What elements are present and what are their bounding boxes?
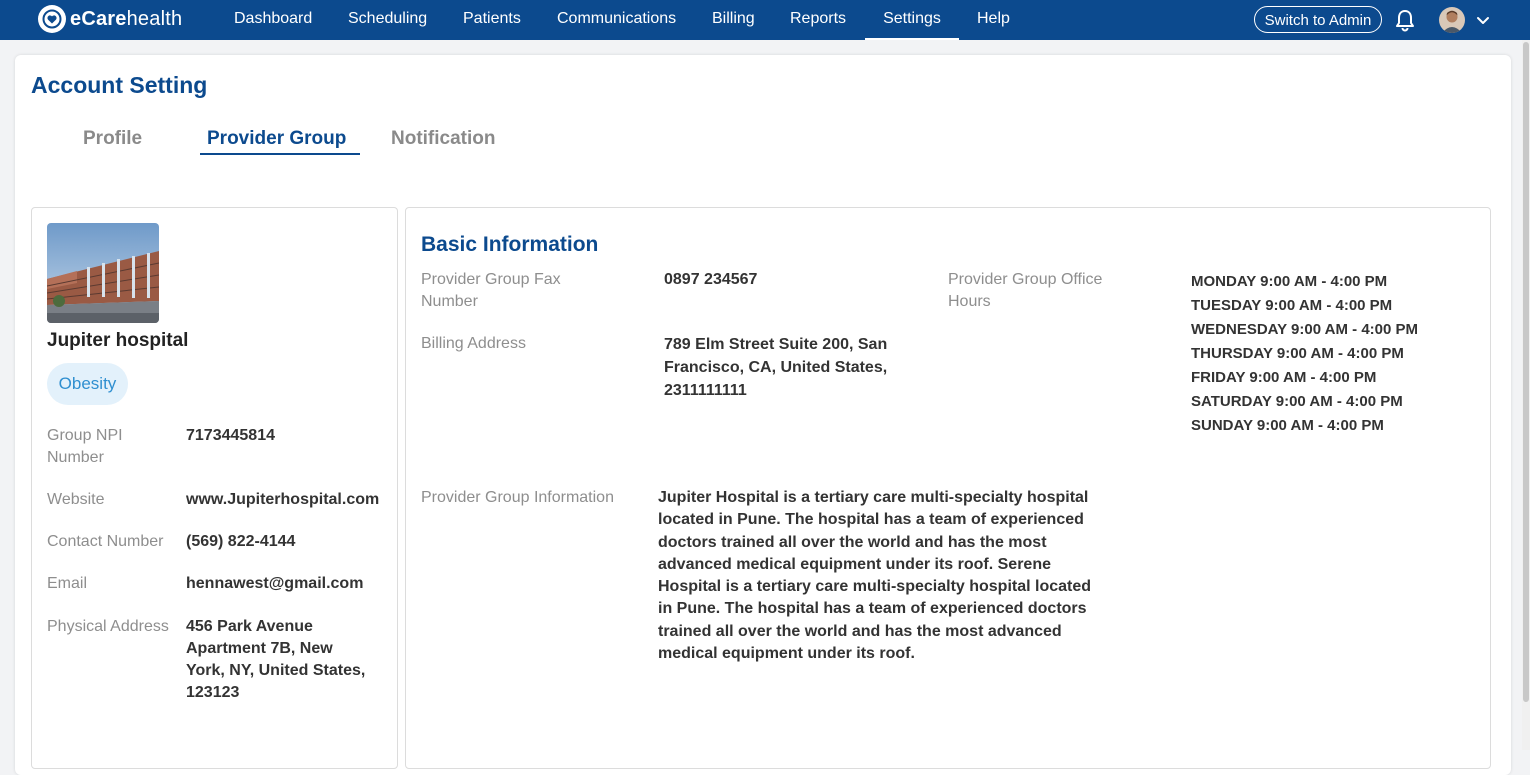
office-hours-label: Provider Group Office Hours — [948, 271, 1103, 310]
nav-settings[interactable]: Settings — [865, 0, 959, 40]
chevron-down-icon[interactable] — [1475, 12, 1491, 28]
bell-icon[interactable] — [1394, 8, 1416, 32]
page-title: Account Setting — [31, 72, 208, 98]
switch-to-admin-button[interactable]: Switch to Admin — [1254, 6, 1382, 33]
office-hours-item: TUESDAY 9:00 AM - 4:00 PM — [1191, 297, 1393, 314]
fax-number-label: Provider Group Fax Number — [421, 271, 561, 310]
basic-information-title: Basic Information — [421, 233, 599, 256]
website-label: Website — [47, 491, 105, 508]
npi-label: Group NPI Number — [47, 427, 123, 466]
provider-group-info-value: Jupiter Hospital is a tertiary care mult… — [658, 489, 1092, 663]
hospital-photo — [47, 223, 159, 323]
provider-group-info-label: Provider Group Information — [421, 489, 614, 506]
office-hours-item: MONDAY 9:00 AM - 4:00 PM — [1191, 273, 1388, 290]
nav-billing[interactable]: Billing — [712, 0, 755, 38]
nav-scheduling[interactable]: Scheduling — [348, 0, 427, 38]
office-hours-item: FRIDAY 9:00 AM - 4:00 PM — [1191, 369, 1377, 386]
heart-logo-icon — [38, 5, 66, 33]
billing-address-value: 789 Elm Street Suite 200, San Francisco,… — [664, 336, 888, 399]
nav-communications[interactable]: Communications — [557, 0, 676, 38]
office-hours-item: SATURDAY 9:00 AM - 4:00 PM — [1191, 393, 1403, 410]
office-hours-item: SUNDAY 9:00 AM - 4:00 PM — [1191, 417, 1384, 434]
logo-text: eCarehealth — [70, 7, 183, 30]
office-hours-item: WEDNESDAY 9:00 AM - 4:00 PM — [1191, 321, 1419, 338]
nav-dashboard[interactable]: Dashboard — [234, 0, 312, 38]
app-logo[interactable]: eCarehealth — [38, 4, 182, 34]
fax-number-value: 0897 234567 — [664, 271, 758, 288]
user-avatar[interactable] — [1439, 7, 1465, 33]
email-value: hennawest@gmail.com — [186, 575, 364, 592]
nav-patients[interactable]: Patients — [463, 0, 521, 38]
nav-reports[interactable]: Reports — [790, 0, 846, 38]
page-scrollbar-thumb[interactable] — [1523, 42, 1529, 702]
tab-notification[interactable]: Notification — [391, 128, 496, 150]
contact-number-value: (569) 822-4144 — [186, 533, 296, 550]
office-hours-item: THURSDAY 9:00 AM - 4:00 PM — [1191, 345, 1404, 362]
contact-number-label: Contact Number — [47, 533, 164, 550]
physical-address-label: Physical Address — [47, 618, 169, 635]
billing-address-label: Billing Address — [421, 335, 526, 352]
nav-help[interactable]: Help — [977, 0, 1010, 38]
website-value[interactable]: www.Jupiterhospital.com — [186, 489, 379, 511]
specialty-tag: Obesity — [47, 363, 128, 405]
email-label: Email — [47, 575, 88, 592]
hospital-name: Jupiter hospital — [47, 330, 189, 351]
top-navbar: eCarehealth Dashboard Scheduling Patient… — [0, 0, 1530, 40]
tab-provider-group[interactable]: Provider Group — [207, 128, 346, 150]
office-hours-list: MONDAY 9:00 AM - 4:00 PM TUESDAY 9:00 AM… — [1191, 270, 1418, 438]
active-tab-indicator — [200, 153, 360, 155]
tab-profile[interactable]: Profile — [83, 128, 142, 150]
npi-value: 7173445814 — [186, 427, 275, 444]
physical-address-value: 456 Park Avenue Apartment 7B, New York, … — [186, 618, 366, 701]
